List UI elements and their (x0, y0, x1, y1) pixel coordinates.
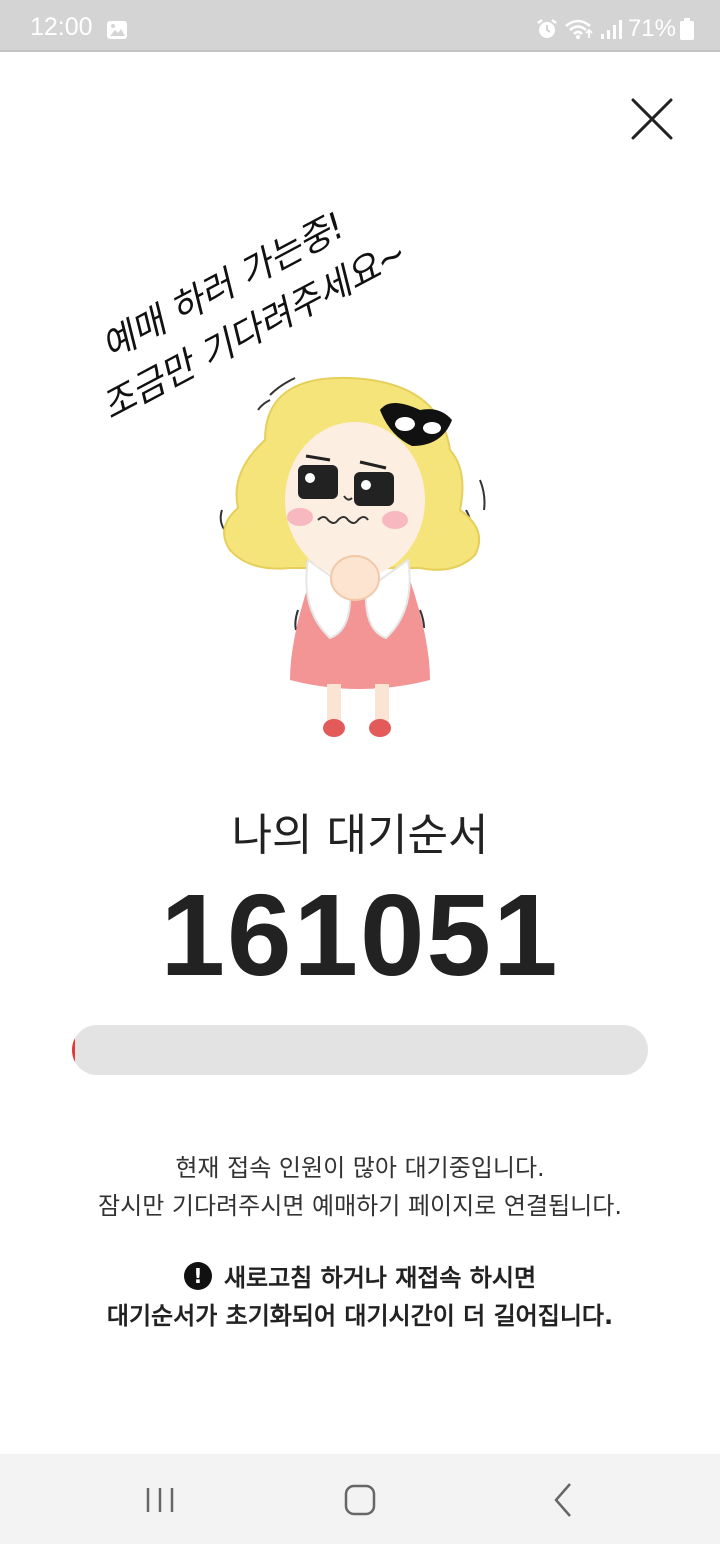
warning-text-line-2: 대기순서가 초기화되어 대기시간이 더 길어집니다. (106, 1302, 614, 1330)
back-icon (554, 1483, 571, 1517)
home-button[interactable] (340, 1480, 380, 1520)
status-bar: 12:00 71% (0, 0, 720, 52)
queue-progress-fill (72, 1025, 75, 1075)
queue-number: 161051 (160, 870, 560, 1000)
warning-text-line-1: ! 새로고침 하거나 재접속 하시면 (0, 1258, 720, 1293)
alarm-icon (537, 19, 557, 38)
queue-label: 나의 대기순서 (231, 810, 489, 861)
signal-icon (600, 20, 622, 39)
warning-text: 새로고침 하거나 재접속 하시면 (223, 1264, 537, 1292)
queue-progress-bar (72, 1025, 648, 1075)
recents-button[interactable] (140, 1480, 180, 1520)
info-text-line-2: 잠시만 기다려주시면 예매하기 페이지로 연결됩니다. (98, 1192, 622, 1220)
system-navigation-bar (0, 1454, 720, 1544)
close-button[interactable] (628, 96, 676, 142)
info-text-line-1: 현재 접속 인원이 많아 대기중입니다. (175, 1154, 545, 1182)
home-icon (344, 1484, 376, 1516)
exclamation-icon: ! (183, 1261, 212, 1290)
status-time: 12:00 (30, 13, 93, 41)
battery-percent: 71% (627, 15, 676, 42)
recents-icon (146, 1488, 174, 1512)
gallery-icon (107, 21, 127, 39)
waiting-girl-illustration: 예매 하러 가는중! 조금만 기다려주세요~ (95, 210, 486, 737)
close-icon (631, 98, 673, 140)
status-icons: 71% (536, 14, 700, 44)
back-button[interactable] (546, 1480, 580, 1520)
battery-icon (680, 18, 694, 40)
wifi-icon (565, 19, 593, 39)
